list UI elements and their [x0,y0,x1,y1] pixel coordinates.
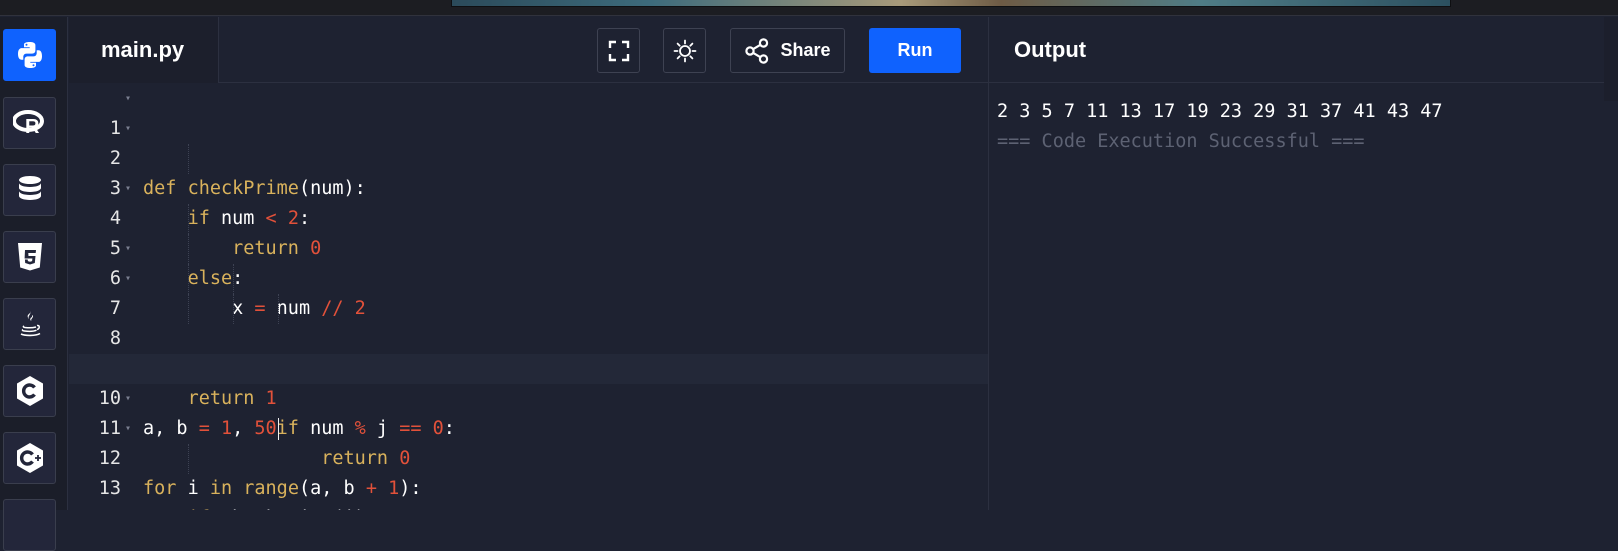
sun-icon [673,39,696,62]
code-line[interactable]: 11 ▾ for i in range(a, b + 1): [69,384,988,499]
fullscreen-icon [608,40,629,61]
tab-label: main.py [101,37,185,62]
fold-arrow-icon[interactable]: ▾ [125,114,137,144]
code-line-current[interactable]: 10 a, b = 1, 50 [69,354,988,440]
fold-arrow-icon[interactable]: ▾ [125,384,137,414]
python-icon [17,42,42,68]
code-line[interactable]: 9 return 1 [69,324,988,409]
top-strip [0,0,1618,16]
share-label: Share [780,40,831,60]
html5-icon [17,243,42,271]
execution-status: === Code Execution Successful === [997,131,1365,152]
cpp-icon [16,443,43,473]
sidebar-item-html[interactable] [3,231,56,283]
language-sidebar: R [0,17,68,551]
code-line[interactable]: 6 ▾ for j in range(2, x + 1): [69,234,988,379]
share-button[interactable]: Share [730,28,845,73]
run-button[interactable]: Run [869,28,961,73]
database-icon [18,176,41,200]
sidebar-item-sql[interactable] [3,164,56,216]
code-editor[interactable]: 1 ▾ def checkPrime(num): 2 ▾ if num < 2:… [69,84,988,510]
run-label: Run [897,40,933,60]
code-line[interactable]: 14 [69,474,988,510]
code-line[interactable]: 4 ▾ else: [69,174,988,289]
sidebar-item-c[interactable] [3,365,56,417]
share-icon [745,37,769,64]
editor-toolbar: main.py Share Run [69,17,988,83]
svg-text:R: R [25,116,40,138]
java-icon [20,311,40,337]
line-number: 14 [69,504,121,510]
code-line[interactable]: 5 x = num // 2 [69,204,988,319]
sidebar-item-more[interactable] [3,499,56,551]
fold-arrow-icon[interactable]: ▾ [125,84,137,114]
sidebar-item-cpp[interactable] [3,432,56,484]
sidebar-item-java[interactable] [3,298,56,350]
fullscreen-button[interactable] [597,28,640,73]
r-icon: R [12,110,44,138]
code-line[interactable]: 8 return 0 [69,294,988,469]
fold-arrow-icon[interactable]: ▾ [125,264,137,294]
theme-toggle-button[interactable] [663,28,706,73]
output-panel: Output 2 3 5 7 11 13 17 19 23 29 31 37 4… [988,17,1618,510]
output-result: 2 3 5 7 11 13 17 19 23 29 31 37 41 43 47 [997,101,1443,122]
code-line[interactable]: 7 ▾ if num % j == 0: [69,264,988,439]
sidebar-item-python[interactable] [3,29,56,81]
code-line[interactable]: 12 ▾ if checkPrime(i): [69,414,988,510]
tab-main-py[interactable]: main.py [69,17,219,83]
code-line[interactable]: 3 return 0 [69,144,988,259]
output-title: Output [1014,36,1087,62]
scrollbar[interactable] [1604,17,1618,101]
output-header: Output [989,17,1618,83]
fold-arrow-icon[interactable]: ▾ [125,234,137,264]
c-icon [16,376,43,406]
banner-image [451,0,1451,7]
code-line[interactable]: 13 print(i, end=" ") [69,444,988,499]
code-line[interactable]: 2 ▾ if num < 2: [69,114,988,229]
sidebar-item-r[interactable]: R [3,97,56,149]
fold-arrow-icon[interactable]: ▾ [125,414,137,444]
fold-arrow-icon[interactable]: ▾ [125,174,137,204]
code-line[interactable]: 1 ▾ def checkPrime(num): [69,84,988,199]
